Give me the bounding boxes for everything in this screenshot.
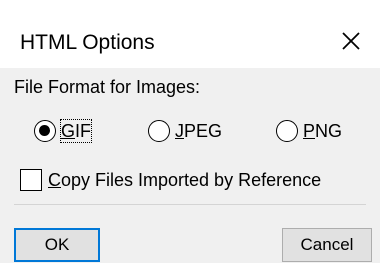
image-format-label: File Format for Images: (14, 77, 201, 97)
dialog-body: File Format for Images: GIF JPEG PNG Cop… (0, 68, 380, 263)
radio-jpeg-circle[interactable] (148, 120, 170, 142)
radio-png-label[interactable]: PNG (303, 120, 342, 142)
copy-files-text: opy Files Imported by Reference (61, 169, 322, 190)
ok-button[interactable]: OK (14, 228, 100, 262)
radio-gif-text: IF (75, 121, 92, 141)
image-format-radio-group: GIF JPEG PNG (0, 116, 380, 146)
radio-gif[interactable]: GIF (34, 116, 93, 146)
html-options-dialog: HTML Options File Format for Images: GIF… (0, 0, 380, 263)
radio-jpeg[interactable]: JPEG (148, 116, 222, 146)
radio-jpeg-label[interactable]: JPEG (175, 120, 222, 142)
title-bar: HTML Options (0, 0, 380, 68)
radio-jpeg-mnemonic: J (175, 121, 184, 141)
radio-gif-label[interactable]: GIF (59, 119, 93, 143)
radio-png-text: NG (315, 121, 343, 141)
radio-jpeg-text: PEG (184, 121, 223, 141)
copy-files-mnemonic: C (48, 169, 61, 190)
cancel-button[interactable]: Cancel (282, 228, 372, 262)
copy-files-checkbox-box[interactable] (20, 169, 42, 191)
copy-files-label[interactable]: Copy Files Imported by Reference (48, 170, 321, 191)
dialog-title: HTML Options (20, 31, 155, 54)
copy-files-checkbox[interactable]: Copy Files Imported by Reference (20, 166, 321, 194)
radio-png-mnemonic: P (303, 121, 316, 141)
divider (14, 204, 366, 205)
radio-gif-circle[interactable] (34, 120, 56, 142)
radio-png[interactable]: PNG (276, 116, 342, 146)
radio-gif-mnemonic: G (61, 121, 76, 141)
close-icon[interactable] (338, 28, 364, 54)
radio-png-circle[interactable] (276, 120, 298, 142)
